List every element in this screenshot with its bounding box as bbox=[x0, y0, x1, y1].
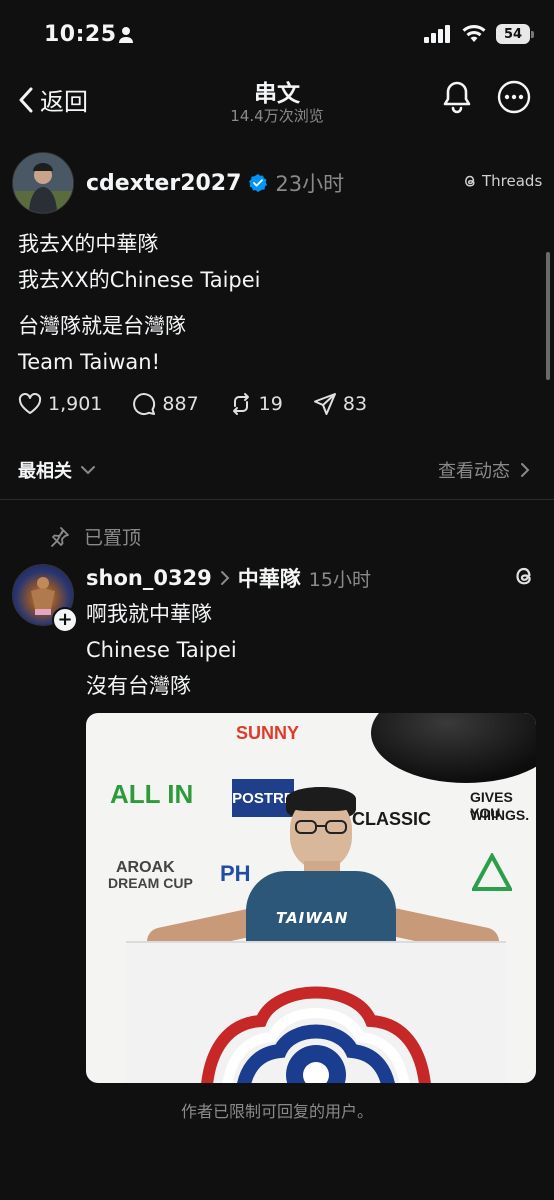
comment-count: 887 bbox=[162, 393, 199, 415]
reply-to-label[interactable]: 中華隊 bbox=[238, 563, 301, 593]
pinned-label: 已置顶 bbox=[84, 527, 142, 549]
threads-tag[interactable]: Threads bbox=[462, 172, 542, 190]
allin-logo: ALL IN bbox=[110, 779, 194, 809]
sort-dropdown[interactable]: 最相关 bbox=[18, 457, 96, 483]
post-line-4: Team Taiwan! bbox=[18, 350, 161, 374]
reply-line-1: 啊我就中華隊 bbox=[86, 602, 212, 626]
wings-logo: WIIINGS. bbox=[470, 807, 530, 823]
scrollbar[interactable] bbox=[546, 252, 550, 380]
author-name[interactable]: cdexter2027 bbox=[86, 171, 241, 196]
reply-line-3: 沒有台灣隊 bbox=[86, 674, 191, 698]
cellular-signal-icon bbox=[424, 25, 450, 43]
reply-author-name[interactable]: shon_0329 bbox=[86, 566, 212, 590]
reply-author-row: shon_0329 中華隊 15小时 bbox=[86, 563, 371, 593]
status-indicators: 54 bbox=[424, 24, 534, 44]
plus-icon: + bbox=[57, 609, 73, 630]
battery-indicator: 54 bbox=[496, 24, 534, 44]
flag-emblem bbox=[201, 986, 431, 1083]
person-hair-top bbox=[286, 787, 356, 811]
post-line-2: 我去XX的Chinese Taipei bbox=[18, 268, 261, 292]
avatar-photo bbox=[13, 153, 73, 213]
post-time: 23小时 bbox=[275, 172, 345, 196]
more-options-icon[interactable] bbox=[497, 80, 531, 114]
chevron-right-icon bbox=[521, 463, 530, 477]
threads-logo-icon bbox=[465, 175, 475, 187]
glasses-icon bbox=[295, 820, 347, 834]
heart-icon bbox=[18, 393, 42, 414]
threads-tag-label: Threads bbox=[482, 172, 543, 190]
verified-badge-icon bbox=[249, 174, 268, 192]
chevron-down-icon bbox=[81, 466, 95, 475]
threads-logo-icon[interactable] bbox=[512, 564, 536, 588]
reply-time: 15小时 bbox=[308, 568, 371, 591]
reply-photo[interactable]: SUNNY ALL IN POSTRE CLASSIC GIVES YOU WI… bbox=[86, 713, 536, 1083]
post-author-row: cdexter2027 23小时 bbox=[86, 168, 344, 198]
reply-restriction-note: 作者已限制可回复的用户。 bbox=[180, 1102, 373, 1121]
status-time: 10:25 bbox=[44, 22, 117, 47]
photo-dark-disc bbox=[371, 713, 536, 783]
pinned-indicator: 已置顶 bbox=[48, 523, 141, 550]
share-count: 83 bbox=[342, 393, 368, 415]
person-icon bbox=[119, 27, 133, 43]
ph-logo: PH bbox=[220, 861, 251, 886]
dream-cup-logo: DREAM CUP bbox=[108, 875, 193, 891]
sunny-logo: SUNNY bbox=[236, 723, 300, 743]
like-count: 1,901 bbox=[48, 393, 103, 415]
comment-icon bbox=[133, 393, 156, 416]
reply-chevron-icon bbox=[220, 571, 230, 585]
send-icon bbox=[313, 393, 336, 415]
divider bbox=[0, 499, 554, 500]
post-line-3: 台灣隊就是台灣隊 bbox=[18, 314, 186, 338]
wifi-icon bbox=[462, 25, 486, 42]
like-button[interactable]: 1,901 bbox=[18, 393, 102, 415]
repost-button[interactable]: 19 bbox=[229, 392, 283, 416]
repost-icon bbox=[232, 393, 249, 415]
comment-button[interactable]: 887 bbox=[132, 392, 199, 416]
view-activity-link[interactable]: 查看动态 bbox=[438, 457, 530, 483]
pin-icon bbox=[51, 526, 69, 547]
post-line-1: 我去X的中華隊 bbox=[18, 232, 159, 256]
post-actions: 1,901 887 19 83 bbox=[18, 392, 367, 416]
shirt-text: TAIWAN bbox=[276, 909, 349, 927]
triangle-logo-icon bbox=[472, 853, 512, 891]
reply-line-2: Chinese Taipei bbox=[86, 638, 237, 662]
repost-count: 19 bbox=[258, 393, 283, 415]
postre-logo: POSTRE bbox=[232, 779, 294, 817]
bell-icon[interactable] bbox=[441, 80, 473, 114]
follow-button[interactable]: + bbox=[52, 607, 78, 633]
sort-label: 最相关 bbox=[18, 461, 72, 482]
activity-label: 查看动态 bbox=[438, 461, 510, 482]
author-avatar[interactable] bbox=[12, 152, 74, 214]
classic-logo: CLASSIC bbox=[352, 809, 432, 829]
flag bbox=[126, 941, 506, 1083]
share-button[interactable]: 83 bbox=[313, 392, 367, 416]
